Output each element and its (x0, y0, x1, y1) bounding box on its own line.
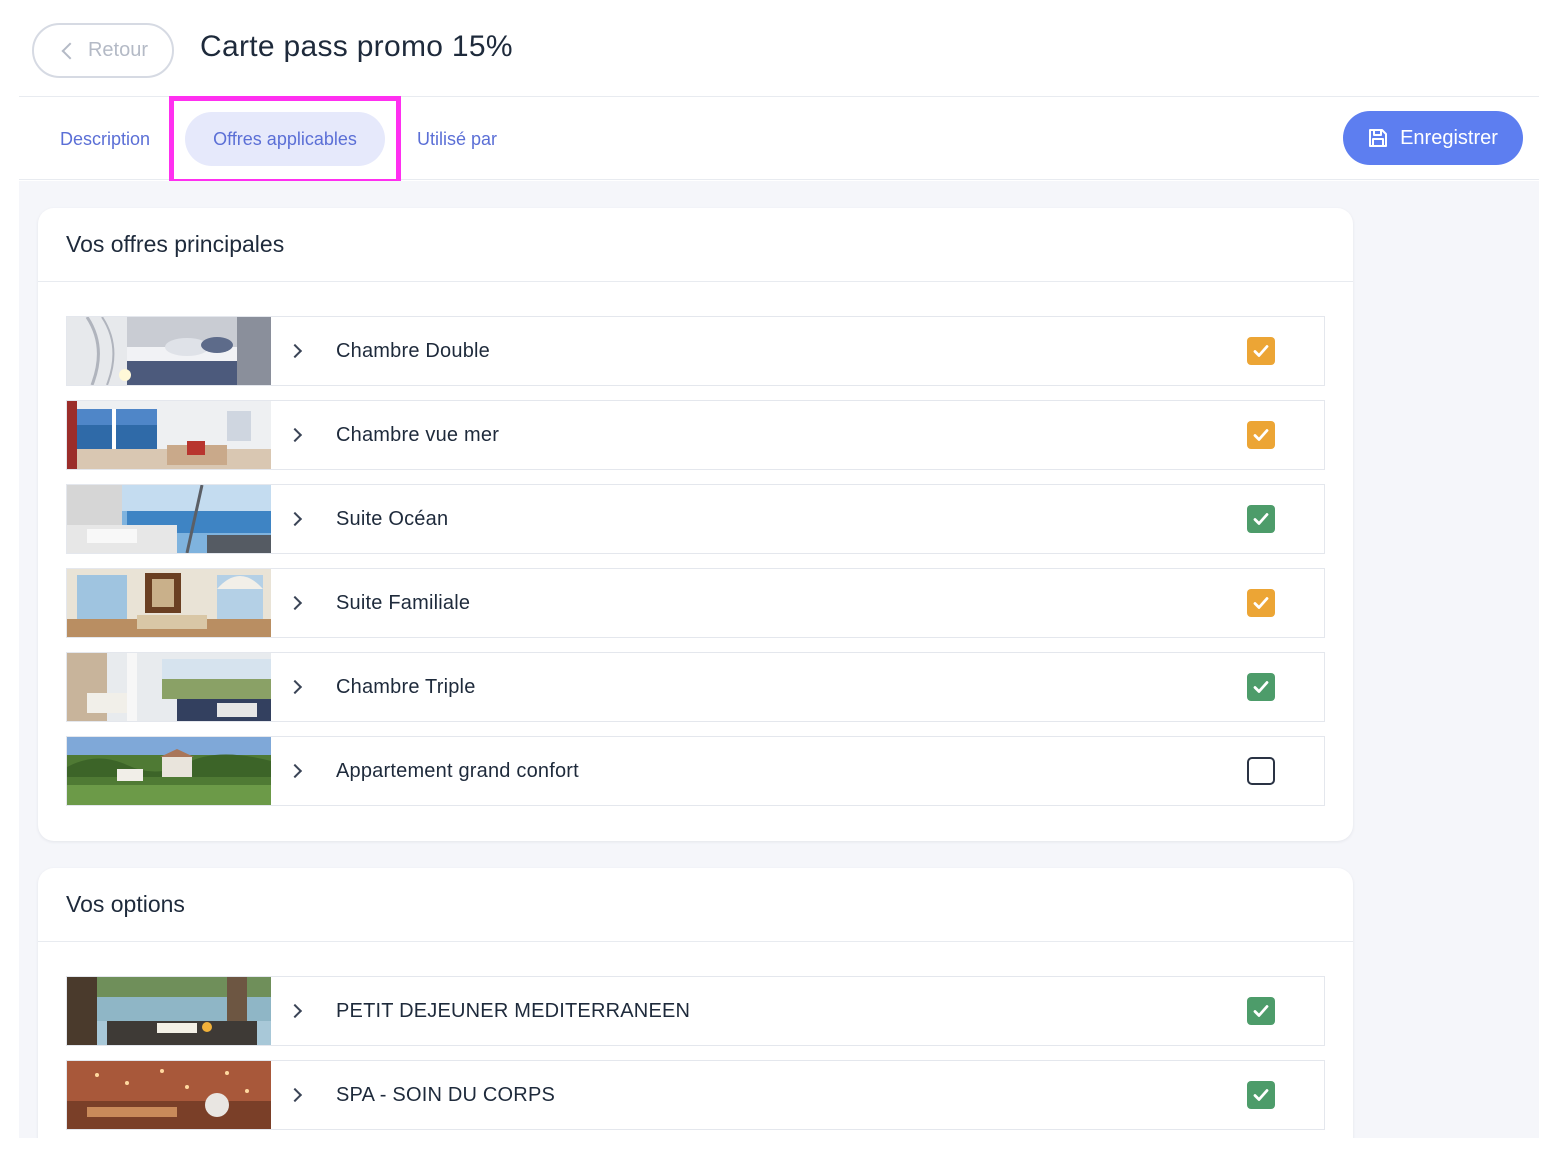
highlight-box (169, 96, 401, 184)
chevron-right-icon[interactable] (287, 343, 303, 359)
room-thumbnail (67, 653, 271, 721)
options-list: PETIT DEJEUNER MEDITERRANEEN SPA - SOIN … (66, 976, 1325, 1138)
tab-description[interactable]: Description (41, 112, 169, 166)
back-button[interactable]: Retour (32, 23, 174, 78)
room-thumbnail (67, 569, 271, 637)
option-label: PETIT DEJEUNER MEDITERRANEEN (336, 999, 691, 1022)
offer-checkbox[interactable] (1247, 337, 1275, 365)
checkmark-icon (1253, 513, 1269, 525)
app-frame: Retour Carte pass promo 15% Description … (19, 0, 1539, 1138)
offer-label: Chambre Triple (336, 675, 476, 698)
room-thumbnail (67, 317, 271, 385)
option-thumbnail (67, 977, 271, 1045)
option-label: SPA - SOIN DU CORPS (336, 1083, 556, 1106)
main-offers-title: Vos offres principales (38, 208, 1353, 282)
options-card: Vos options PETIT DEJEUNER MEDITERRANEEN… (38, 868, 1353, 1138)
offer-row-suite-ocean[interactable]: Suite Océan (66, 484, 1325, 554)
page-header: Retour Carte pass promo 15% (19, 0, 1539, 97)
offer-checkbox[interactable] (1247, 757, 1275, 785)
offer-checkbox[interactable] (1247, 589, 1275, 617)
offer-row-chambre-double[interactable]: Chambre Double (66, 316, 1325, 386)
offer-label: Chambre Double (336, 339, 490, 362)
main-content: Vos offres principales Chambre Double Ch… (19, 181, 1539, 1138)
main-offers-card: Vos offres principales Chambre Double Ch… (38, 208, 1353, 841)
option-checkbox[interactable] (1247, 1081, 1275, 1109)
tab-utilise-par[interactable]: Utilisé par (405, 112, 509, 166)
offer-label: Chambre vue mer (336, 423, 500, 446)
chevron-right-icon[interactable] (287, 427, 303, 443)
offer-row-chambre-triple[interactable]: Chambre Triple (66, 652, 1325, 722)
option-row-petit-dejeuner[interactable]: PETIT DEJEUNER MEDITERRANEEN (66, 976, 1325, 1046)
offer-row-suite-familiale[interactable]: Suite Familiale (66, 568, 1325, 638)
room-thumbnail (67, 401, 271, 469)
back-button-label: Retour (87, 39, 149, 61)
chevron-left-icon (61, 42, 79, 59)
offer-checkbox[interactable] (1247, 505, 1275, 533)
page-title: Carte pass promo 15% (200, 30, 513, 63)
room-thumbnail (67, 737, 271, 805)
floppy-disk-icon (1369, 129, 1388, 147)
save-button[interactable]: Enregistrer (1343, 111, 1523, 165)
room-thumbnail (67, 485, 271, 553)
option-row-spa-soin-du-corps[interactable]: SPA - SOIN DU CORPS (66, 1060, 1325, 1130)
chevron-right-icon[interactable] (287, 595, 303, 611)
chevron-right-icon[interactable] (287, 1087, 303, 1103)
offer-row-chambre-vue-mer[interactable]: Chambre vue mer (66, 400, 1325, 470)
chevron-right-icon[interactable] (287, 511, 303, 527)
option-checkbox[interactable] (1247, 997, 1275, 1025)
chevron-right-icon[interactable] (287, 763, 303, 779)
checkmark-icon (1253, 1089, 1269, 1101)
chevron-right-icon[interactable] (287, 679, 303, 695)
offer-label: Appartement grand confort (336, 759, 579, 782)
option-thumbnail (67, 1061, 271, 1129)
checkmark-icon (1253, 345, 1269, 357)
offer-label: Suite Océan (336, 507, 449, 530)
offer-checkbox[interactable] (1247, 673, 1275, 701)
main-offers-list: Chambre Double Chambre vue mer Suite Océ… (66, 316, 1325, 820)
offer-row-appartement-grand-confort[interactable]: Appartement grand confort (66, 736, 1325, 806)
save-button-label: Enregistrer (1400, 126, 1498, 149)
tabs-bar: Description Offres applicables Utilisé p… (19, 96, 1539, 184)
checkmark-icon (1253, 429, 1269, 441)
chevron-right-icon[interactable] (287, 1003, 303, 1019)
checkmark-icon (1253, 597, 1269, 609)
offer-label: Suite Familiale (336, 591, 471, 614)
checkmark-icon (1253, 1005, 1269, 1017)
options-title: Vos options (38, 868, 1353, 942)
offer-checkbox[interactable] (1247, 421, 1275, 449)
checkmark-icon (1253, 681, 1269, 693)
